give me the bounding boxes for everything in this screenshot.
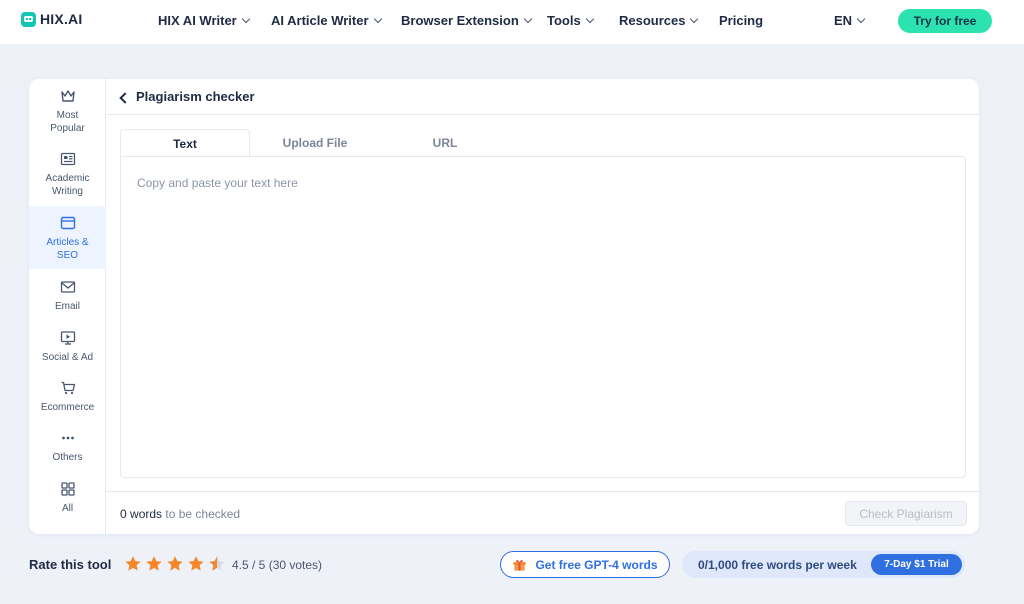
- sidebar-item-label: Articles & SEO: [46, 237, 89, 261]
- sidebar-item-email[interactable]: Email: [29, 279, 106, 319]
- sidebar-item-label: Social & Ad: [41, 352, 94, 363]
- sidebar-item-label: Academic Writing: [45, 173, 90, 197]
- category-sidebar: Most Popular Academic Writing Articles &…: [29, 79, 106, 534]
- star-full-icon[interactable]: [166, 555, 184, 573]
- text-input-area[interactable]: [121, 157, 965, 477]
- browser-window-icon: [60, 216, 75, 230]
- word-count: 0 words to be checked: [120, 507, 240, 521]
- sidebar-item-label: Ecommerce: [40, 402, 95, 413]
- nav-label: HIX AI Writer: [158, 13, 237, 28]
- free-quota-text: 0/1,000 free words per week: [698, 558, 857, 572]
- text-editor: [120, 156, 966, 478]
- sidebar-item-label: Others: [52, 452, 83, 463]
- tab-url[interactable]: URL: [380, 129, 510, 156]
- get-free-gpt4-button[interactable]: Get free GPT-4 words: [500, 551, 670, 578]
- check-plagiarism-button[interactable]: Check Plagiarism: [845, 501, 967, 526]
- trial-button[interactable]: 7-Day $1 Trial: [871, 554, 962, 575]
- chevron-down-icon: [856, 14, 866, 23]
- nav-hix-ai-writer[interactable]: HIX AI Writer: [158, 13, 250, 28]
- more-dots-icon: [61, 436, 74, 440]
- tool-footer: 0 words to be checked Check Plagiarism: [106, 491, 979, 534]
- page-title: Plagiarism checker: [136, 89, 255, 104]
- tab-upload-file[interactable]: Upload File: [250, 129, 380, 156]
- newspaper-icon: [60, 152, 75, 166]
- brand-name: HIX.AI: [40, 11, 83, 27]
- sidebar-item-social-ad[interactable]: Social & Ad: [29, 330, 106, 370]
- rating-summary: 4.5 / 5 (30 votes): [232, 558, 323, 572]
- word-count-number: 0: [120, 507, 127, 521]
- sidebar-item-all[interactable]: All: [29, 481, 106, 521]
- star-full-icon[interactable]: [187, 555, 205, 573]
- gift-icon: [513, 560, 527, 571]
- cart-icon: [61, 381, 75, 395]
- nav-pricing[interactable]: Pricing: [719, 13, 763, 28]
- sidebar-item-academic-writing[interactable]: Academic Writing: [29, 151, 106, 207]
- monitor-play-icon: [60, 331, 75, 345]
- sidebar-item-ecommerce[interactable]: Ecommerce: [29, 380, 106, 420]
- sidebar-item-label: Most Popular: [50, 110, 85, 134]
- nav-label: Tools: [547, 13, 581, 28]
- gpt-button-label: Get free GPT-4 words: [535, 557, 658, 572]
- sidebar-item-others[interactable]: Others: [29, 430, 106, 470]
- word-count-tail: to be checked: [165, 507, 241, 521]
- nav-label: Browser Extension: [401, 13, 519, 28]
- nav-label: EN: [834, 13, 853, 28]
- star-full-icon[interactable]: [124, 555, 142, 573]
- brand-logo[interactable]: HIX.AI: [21, 11, 82, 27]
- nav-resources[interactable]: Resources: [619, 13, 699, 28]
- star-full-icon[interactable]: [145, 555, 163, 573]
- chevron-down-icon: [585, 14, 594, 23]
- chevron-down-icon: [373, 14, 382, 23]
- try-for-free-button[interactable]: Try for free: [898, 9, 992, 33]
- word-count-unit: words: [130, 507, 163, 521]
- sidebar-item-label: Email: [54, 301, 80, 312]
- nav-label: Resources: [619, 13, 686, 28]
- tool-header: Plagiarism checker: [106, 79, 979, 115]
- nav-label: AI Article Writer: [271, 13, 369, 28]
- nav-ai-article-writer[interactable]: AI Article Writer: [271, 13, 382, 28]
- nav-label: Pricing: [719, 13, 764, 28]
- crown-icon: [60, 90, 75, 102]
- sidebar-item-most-popular[interactable]: Most Popular: [29, 88, 106, 144]
- grid-icon: [60, 482, 75, 496]
- input-mode-tabs: Text Upload File URL: [120, 129, 966, 157]
- chevron-down-icon: [690, 14, 699, 23]
- envelope-icon: [60, 281, 75, 293]
- chevron-down-icon: [241, 14, 250, 23]
- tab-text[interactable]: Text: [120, 129, 250, 157]
- tool-card: Most Popular Academic Writing Articles &…: [29, 79, 979, 534]
- language-selector[interactable]: EN: [834, 13, 866, 28]
- star-half-icon[interactable]: [208, 555, 226, 573]
- nav-browser-extension[interactable]: Browser Extension: [401, 13, 533, 28]
- sidebar-item-label: All: [61, 503, 74, 514]
- rate-tool-label: Rate this tool: [29, 557, 112, 572]
- chevron-down-icon: [523, 14, 533, 23]
- hix-logo-icon: [21, 11, 36, 27]
- free-quota-bar: 0/1,000 free words per week 7-Day $1 Tri…: [682, 551, 965, 578]
- star-rating[interactable]: [124, 555, 226, 573]
- nav-tools[interactable]: Tools: [547, 13, 594, 28]
- sidebar-item-articles-seo[interactable]: Articles & SEO: [29, 206, 106, 269]
- top-navigation: HIX.AI HIX AI Writer AI Article Writer B…: [0, 0, 1024, 44]
- back-arrow-icon[interactable]: [118, 90, 130, 104]
